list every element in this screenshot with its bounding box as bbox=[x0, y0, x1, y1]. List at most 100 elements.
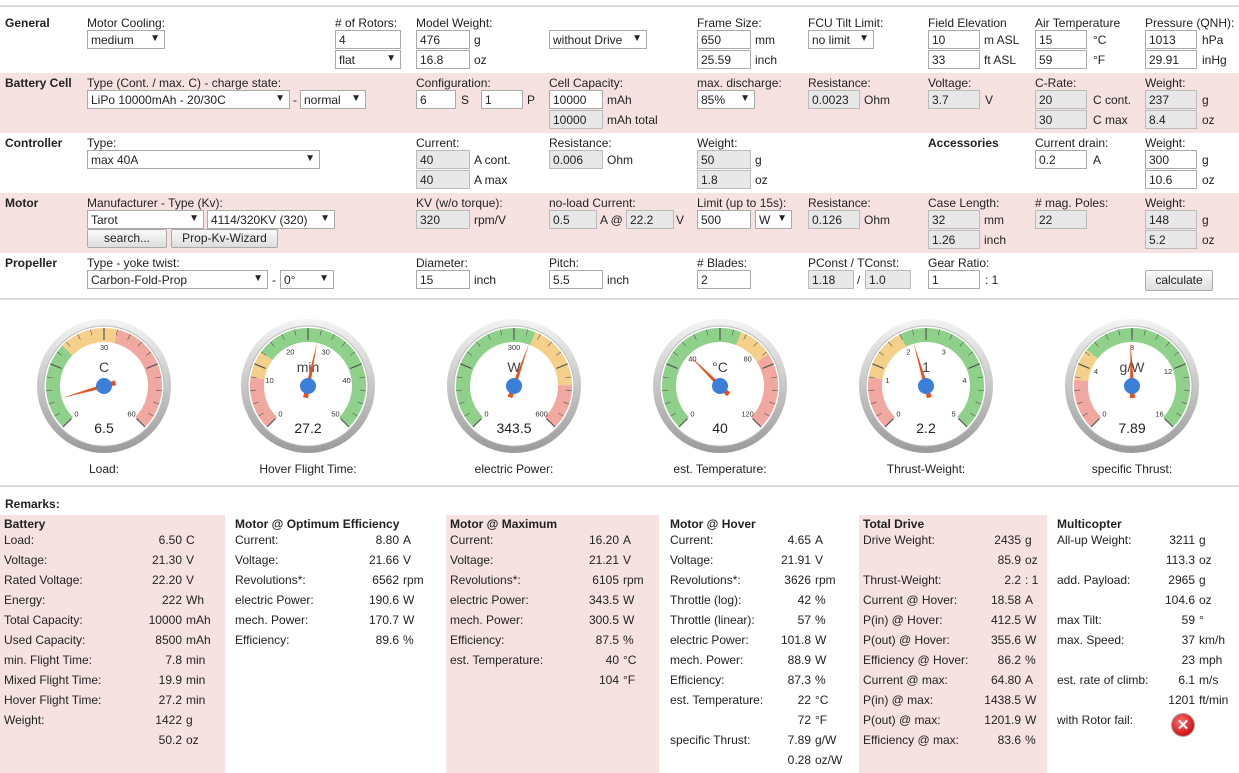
result-label: Voltage: bbox=[4, 553, 48, 567]
result-label: Voltage: bbox=[670, 553, 714, 567]
rotor-layout-select[interactable]: flat ▼ bbox=[335, 50, 401, 69]
result-value: 86.2 bbox=[997, 653, 1021, 667]
results-column: Motor @ Maximum Current: 16.20 A Voltage: 21.… bbox=[446, 515, 659, 773]
unit-mah: mAh bbox=[607, 93, 632, 107]
result-value: 1201 bbox=[1168, 693, 1195, 707]
result-value: 83.6 bbox=[997, 733, 1021, 747]
motor-manufacturer-select[interactable]: Tarot ▼ bbox=[87, 210, 204, 229]
propeller-type-select[interactable]: Carbon-Fold-Prop ▼ bbox=[87, 270, 268, 289]
gauge-label: Load: bbox=[88, 462, 120, 476]
unit-m-asl: m ASL bbox=[984, 33, 1020, 47]
results-column-title: Multicopter bbox=[1057, 517, 1122, 531]
result-value: 40 bbox=[605, 653, 619, 667]
gauge-dial: 012 34512.2 bbox=[859, 319, 993, 453]
config-s-input[interactable]: 6 bbox=[416, 90, 456, 109]
result-value: 21.21 bbox=[588, 553, 619, 567]
field-elevation-m-input[interactable]: 10 bbox=[928, 30, 980, 49]
result-label: Current: bbox=[235, 533, 279, 547]
unit-ft-asl: ft ASL bbox=[984, 53, 1017, 67]
result-unit: % bbox=[1025, 733, 1036, 747]
motor-limit-input[interactable]: 500 bbox=[697, 210, 751, 229]
gauge-value: 40 bbox=[712, 420, 728, 436]
current-drain-input[interactable]: 0.2 bbox=[1035, 150, 1087, 169]
gauge-tick-label: 20 bbox=[286, 347, 294, 356]
rotors-input[interactable]: 4 bbox=[335, 30, 401, 49]
air-temp-c-input[interactable]: 15 bbox=[1035, 30, 1087, 49]
result-value: 412.5 bbox=[990, 613, 1021, 627]
field-elevation-ft-input[interactable]: 33 bbox=[928, 50, 980, 69]
frame-size-mm-input[interactable]: 650 bbox=[697, 30, 751, 49]
rotor-fail-icon: ✕ bbox=[1171, 713, 1195, 737]
controller-type-select[interactable]: max 40A ▼ bbox=[87, 150, 320, 169]
motor-type-select[interactable]: 4114/320KV (320) ▼ bbox=[207, 210, 335, 229]
model-weight-g-input[interactable]: 476 bbox=[416, 30, 470, 49]
pressure-inhg-input[interactable]: 29.91 bbox=[1145, 50, 1197, 69]
results-column: Motor @ Optimum Efficiency Current: 8.80 A V… bbox=[231, 515, 444, 773]
gauge-tick-label: 60 bbox=[127, 410, 135, 419]
result-label: mech. Power: bbox=[235, 613, 309, 627]
pitch-input[interactable]: 5.5 bbox=[549, 270, 603, 289]
air-temp-f-input[interactable]: 59 bbox=[1035, 50, 1087, 69]
gauge-tick-label: 12 bbox=[1164, 367, 1172, 376]
model-weight-oz-input[interactable]: 16.8 bbox=[416, 50, 470, 69]
result-value: 170.7 bbox=[368, 613, 399, 627]
diameter-input[interactable]: 15 bbox=[416, 270, 470, 289]
motor-search-button[interactable]: search... bbox=[87, 229, 167, 248]
chevron-down-icon: ▼ bbox=[777, 213, 787, 224]
result-label: max. Speed: bbox=[1057, 633, 1125, 647]
gear-ratio-input[interactable]: 1 bbox=[928, 270, 980, 289]
unit-inch: inch bbox=[607, 273, 630, 287]
result-value: 87.3 bbox=[787, 673, 811, 687]
gauge: 0 300 600 W 343.5 bbox=[446, 318, 582, 454]
result-unit: g bbox=[1199, 573, 1206, 587]
gauge-tick-label: 120 bbox=[741, 410, 754, 419]
configuration-label: Configuration: bbox=[416, 76, 491, 90]
result-unit: W bbox=[403, 593, 415, 607]
result-label: mech. Power: bbox=[670, 653, 744, 667]
blades-input[interactable]: 2 bbox=[697, 270, 751, 289]
controller-current-max: 40 bbox=[416, 170, 470, 189]
result-label: electric Power: bbox=[450, 593, 529, 607]
result-value: 6105 bbox=[592, 573, 619, 587]
accessories-weight-g-input[interactable]: 300 bbox=[1145, 150, 1197, 169]
result-value: 3211 bbox=[1169, 533, 1195, 547]
result-label: P(out) @ Hover: bbox=[863, 633, 950, 647]
gauge: 0 10 20 30 40 50 min 27.2 bbox=[240, 318, 376, 454]
unit-oz: oz bbox=[1202, 233, 1215, 247]
frame-size-inch-input[interactable]: 25.59 bbox=[697, 50, 751, 69]
result-unit: mAh bbox=[186, 633, 211, 647]
results-column: Total Drive Drive Weight: 2435 g 85.9 oz Thrus… bbox=[859, 515, 1047, 773]
config-p-input[interactable]: 1 bbox=[481, 90, 523, 109]
unit-hpa: hPa bbox=[1202, 33, 1224, 47]
result-value: 2.2 bbox=[1004, 573, 1021, 587]
result-unit: km/h bbox=[1199, 633, 1226, 647]
gauge-hub bbox=[96, 378, 112, 394]
motor-cooling-select[interactable]: medium ▼ bbox=[87, 30, 165, 49]
motor-label: Motor bbox=[5, 196, 39, 210]
gauge-tick-label: 300 bbox=[508, 343, 521, 352]
calculate-button[interactable]: calculate bbox=[1145, 270, 1213, 291]
result-unit: oz bbox=[1199, 553, 1212, 567]
max-discharge-select[interactable]: 85% ▼ bbox=[697, 90, 755, 109]
charge-state-select[interactable]: normal ▼ bbox=[300, 90, 366, 109]
pressure-hpa-input[interactable]: 1013 bbox=[1145, 30, 1197, 49]
yoke-twist-select[interactable]: 0° ▼ bbox=[280, 270, 334, 289]
gauge-value: 2.2 bbox=[916, 420, 936, 436]
prop-kv-wizard-button[interactable]: Prop-Kv-Wizard bbox=[171, 229, 278, 248]
noload-current-label: no-load Current: bbox=[549, 196, 636, 210]
cell-capacity-input[interactable]: 10000 bbox=[549, 90, 603, 109]
battery-type-select[interactable]: LiPo 10000mAh - 20/30C ▼ bbox=[87, 90, 290, 109]
unit-inch: inch bbox=[984, 233, 1007, 247]
battery-resistance: 0.0023 bbox=[808, 90, 860, 109]
result-unit: rpm bbox=[403, 573, 424, 587]
drive-mode-select[interactable]: without Drive ▼ bbox=[549, 30, 647, 49]
result-label: Revolutions*: bbox=[450, 573, 521, 587]
result-value: 57 bbox=[797, 613, 811, 627]
result-unit: W bbox=[1025, 613, 1037, 627]
gauge-label: Hover Flight Time: bbox=[259, 462, 357, 476]
fcu-tilt-select[interactable]: no limit ▼ bbox=[808, 30, 874, 49]
motor-weight-oz: 5.2 bbox=[1145, 230, 1197, 249]
unit-a-max: A max bbox=[474, 173, 508, 187]
accessories-weight-oz-input[interactable]: 10.6 bbox=[1145, 170, 1197, 189]
motor-limit-unit-select[interactable]: W ▼ bbox=[755, 210, 792, 229]
